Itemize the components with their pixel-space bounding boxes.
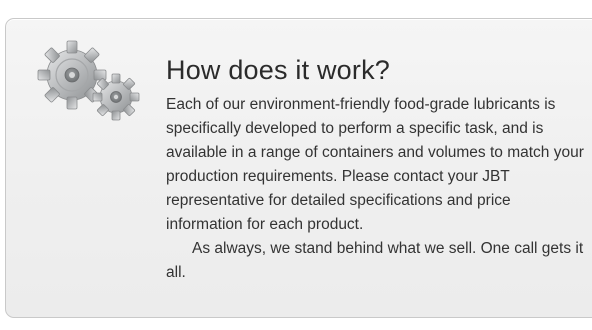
info-panel: How does it work? Each of our environmen… — [5, 18, 592, 318]
small-gear — [92, 73, 140, 121]
section-content: How does it work? Each of our environmen… — [166, 53, 586, 285]
gears-icon — [37, 40, 140, 121]
section-title: How does it work? — [166, 55, 390, 85]
body-paragraph: As always, we stand behind what we sell.… — [166, 240, 584, 281]
body-paragraph: Each of our environment-friendly food-gr… — [166, 96, 584, 233]
